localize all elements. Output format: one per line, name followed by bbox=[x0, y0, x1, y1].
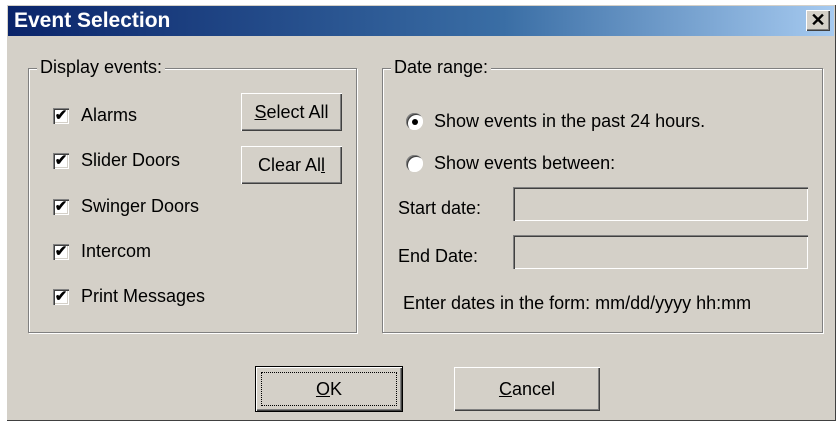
cancel-text: ancel bbox=[511, 379, 556, 399]
alarms-checkbox[interactable]: ✔ bbox=[53, 108, 69, 124]
intercom-label[interactable]: Intercom bbox=[81, 241, 151, 262]
focus-rect bbox=[261, 372, 397, 406]
cancel-button[interactable]: Cancel bbox=[454, 367, 600, 411]
date-format-hint: Enter dates in the form: mm/dd/yyyy hh:m… bbox=[403, 293, 752, 313]
past-24-hours-label[interactable]: Show events in the past 24 hours. bbox=[434, 111, 705, 132]
date-range-group: Date range: Show events in the past 24 h… bbox=[382, 57, 823, 333]
event-selection-dialog: Event Selection ✕ Display events: ✔ Alar… bbox=[6, 4, 836, 421]
print-messages-label[interactable]: Print Messages bbox=[81, 286, 205, 307]
between-label[interactable]: Show events between: bbox=[434, 153, 615, 174]
clear-all-text: Clear Al bbox=[257, 155, 322, 175]
close-icon[interactable]: ✕ bbox=[806, 10, 830, 31]
swinger-doors-checkbox[interactable]: ✔ bbox=[53, 199, 69, 215]
select-all-accel: S bbox=[254, 102, 267, 122]
end-date-label: End Date: bbox=[398, 246, 479, 266]
clear-all-button[interactable]: Clear All bbox=[241, 146, 342, 184]
intercom-checkbox[interactable]: ✔ bbox=[53, 244, 69, 260]
alarms-label[interactable]: Alarms bbox=[81, 105, 137, 126]
window-title: Event Selection bbox=[14, 9, 171, 32]
swinger-doors-label[interactable]: Swinger Doors bbox=[81, 196, 199, 217]
display-events-group: Display events: ✔ Alarms ✔ Slider Doors … bbox=[28, 57, 357, 333]
end-date-field[interactable] bbox=[513, 235, 808, 269]
ok-button[interactable]: OK bbox=[255, 366, 403, 412]
select-all-text: elect All bbox=[266, 102, 329, 122]
radio-selected-dot bbox=[412, 119, 418, 125]
start-date-label: Start date: bbox=[398, 198, 482, 218]
past-24-hours-radio[interactable] bbox=[406, 113, 423, 130]
title-bar[interactable]: Event Selection ✕ bbox=[8, 6, 834, 36]
date-range-legend: Date range: bbox=[391, 57, 492, 78]
display-events-legend: Display events: bbox=[37, 57, 166, 78]
between-radio[interactable] bbox=[406, 155, 423, 172]
clear-all-accel: l bbox=[321, 155, 326, 175]
start-date-field[interactable] bbox=[513, 187, 808, 221]
slider-doors-label[interactable]: Slider Doors bbox=[81, 150, 180, 171]
slider-doors-checkbox[interactable]: ✔ bbox=[53, 153, 69, 169]
print-messages-checkbox[interactable]: ✔ bbox=[53, 289, 69, 305]
cancel-accel: C bbox=[498, 379, 512, 399]
select-all-button[interactable]: Select All bbox=[241, 93, 342, 131]
